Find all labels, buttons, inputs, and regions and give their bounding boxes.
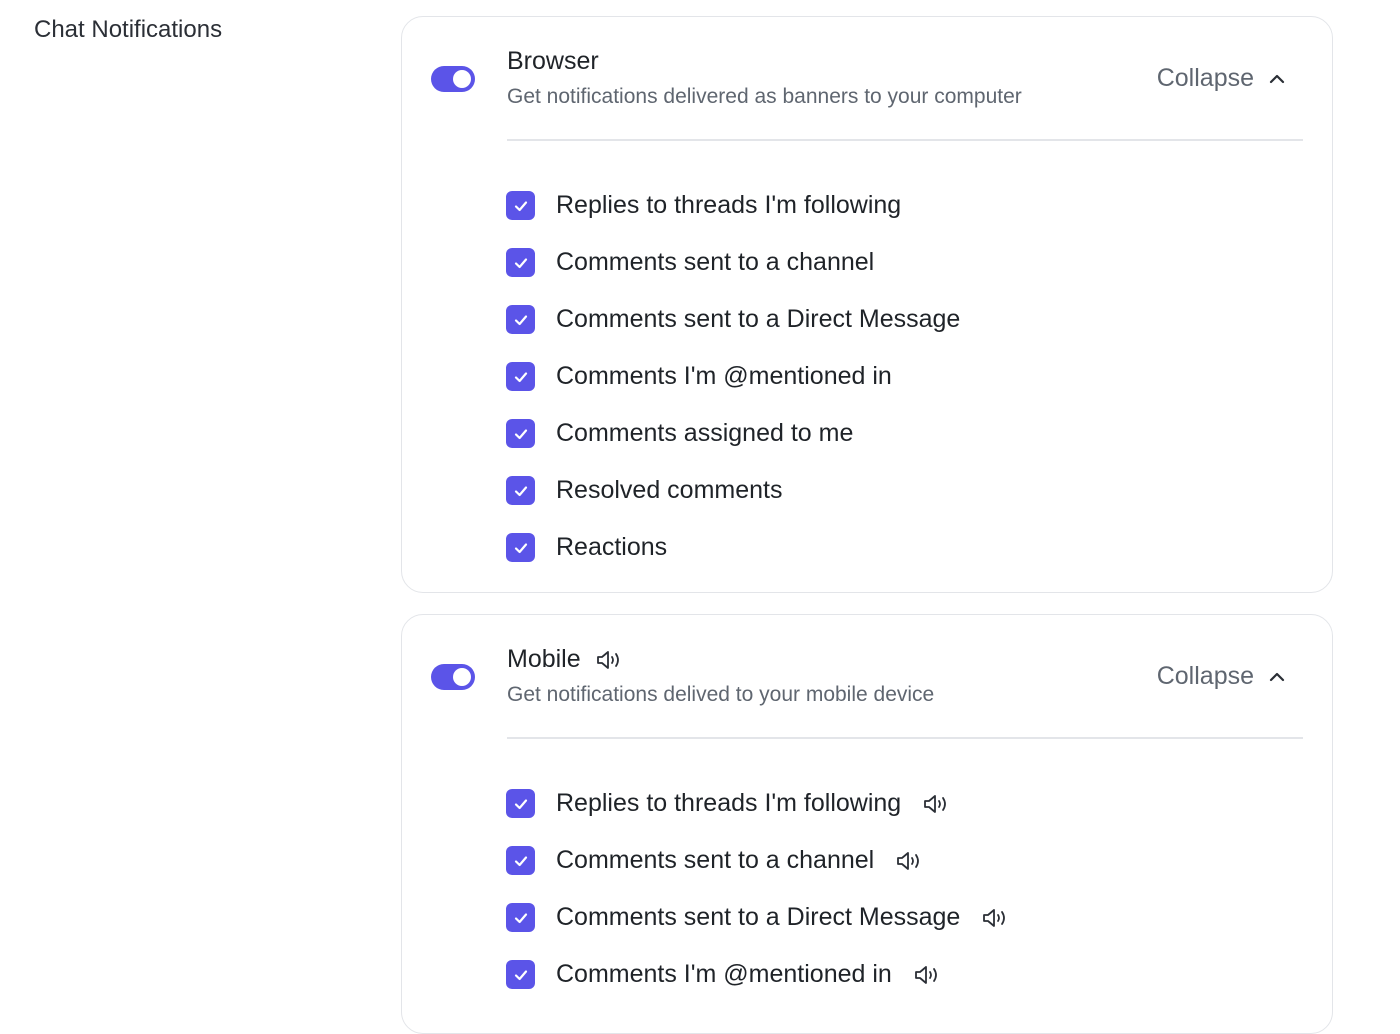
browser-description: Get notifications delivered as banners t… bbox=[507, 85, 1022, 109]
check-icon bbox=[512, 966, 530, 984]
collapse-label: Collapse bbox=[1157, 662, 1254, 691]
chevron-up-icon bbox=[1268, 70, 1286, 88]
section-title: Chat Notifications bbox=[34, 16, 222, 44]
toggle-knob bbox=[453, 70, 471, 88]
list-item[interactable]: Comments assigned to me bbox=[506, 405, 960, 462]
mobile-title: Mobile bbox=[507, 645, 623, 674]
checkbox[interactable] bbox=[506, 191, 535, 220]
browser-card-header: Browser Get notifications delivered as b… bbox=[402, 17, 1332, 139]
browser-item-list: Replies to threads I'm following Comment… bbox=[506, 177, 960, 576]
checkbox[interactable] bbox=[506, 476, 535, 505]
checkbox[interactable] bbox=[506, 305, 535, 334]
sound-icon[interactable] bbox=[895, 849, 923, 873]
item-label: Reactions bbox=[556, 533, 667, 562]
list-item[interactable]: Comments I'm @mentioned in bbox=[506, 348, 960, 405]
mobile-notifications-card: Mobile Get notifications delived to your… bbox=[401, 614, 1333, 1034]
sound-icon[interactable] bbox=[981, 906, 1009, 930]
toggle-knob bbox=[453, 668, 471, 686]
item-label: Replies to threads I'm following bbox=[556, 789, 901, 818]
item-label: Comments sent to a Direct Message bbox=[556, 305, 960, 334]
item-label: Comments sent to a channel bbox=[556, 248, 874, 277]
check-icon bbox=[512, 368, 530, 386]
mobile-toggle[interactable] bbox=[431, 664, 475, 690]
sound-icon[interactable] bbox=[595, 648, 623, 672]
check-icon bbox=[512, 482, 530, 500]
list-item[interactable]: Replies to threads I'm following bbox=[506, 775, 1009, 832]
mobile-card-header: Mobile Get notifications delived to your… bbox=[402, 615, 1332, 737]
check-icon bbox=[512, 795, 530, 813]
sound-icon[interactable] bbox=[922, 792, 950, 816]
check-icon bbox=[512, 311, 530, 329]
checkbox[interactable] bbox=[506, 789, 535, 818]
divider bbox=[507, 139, 1303, 141]
browser-title: Browser bbox=[507, 47, 599, 76]
chevron-up-icon bbox=[1268, 668, 1286, 686]
checkbox[interactable] bbox=[506, 903, 535, 932]
checkbox[interactable] bbox=[506, 533, 535, 562]
checkbox[interactable] bbox=[506, 419, 535, 448]
item-label: Comments sent to a Direct Message bbox=[556, 903, 960, 932]
item-label: Comments I'm @mentioned in bbox=[556, 960, 892, 989]
mobile-item-list: Replies to threads I'm following Comment… bbox=[506, 775, 1009, 1003]
item-label: Comments assigned to me bbox=[556, 419, 853, 448]
list-item[interactable]: Comments I'm @mentioned in bbox=[506, 946, 1009, 1003]
list-item[interactable]: Comments sent to a channel bbox=[506, 234, 960, 291]
checkbox[interactable] bbox=[506, 960, 535, 989]
sound-icon[interactable] bbox=[913, 963, 941, 987]
mobile-collapse-button[interactable]: Collapse bbox=[1157, 662, 1286, 691]
mobile-description: Get notifications delived to your mobile… bbox=[507, 683, 934, 707]
check-icon bbox=[512, 909, 530, 927]
item-label: Comments sent to a channel bbox=[556, 846, 874, 875]
item-label: Resolved comments bbox=[556, 476, 782, 505]
check-icon bbox=[512, 852, 530, 870]
list-item[interactable]: Reactions bbox=[506, 519, 960, 576]
collapse-label: Collapse bbox=[1157, 64, 1254, 93]
check-icon bbox=[512, 539, 530, 557]
checkbox[interactable] bbox=[506, 846, 535, 875]
item-label: Comments I'm @mentioned in bbox=[556, 362, 892, 391]
list-item[interactable]: Replies to threads I'm following bbox=[506, 177, 960, 234]
browser-toggle[interactable] bbox=[431, 66, 475, 92]
check-icon bbox=[512, 425, 530, 443]
checkbox[interactable] bbox=[506, 362, 535, 391]
list-item[interactable]: Comments sent to a Direct Message bbox=[506, 889, 1009, 946]
browser-title-text: Browser bbox=[507, 47, 599, 76]
item-label: Replies to threads I'm following bbox=[556, 191, 901, 220]
list-item[interactable]: Comments sent to a Direct Message bbox=[506, 291, 960, 348]
list-item[interactable]: Resolved comments bbox=[506, 462, 960, 519]
browser-collapse-button[interactable]: Collapse bbox=[1157, 64, 1286, 93]
check-icon bbox=[512, 197, 530, 215]
checkbox[interactable] bbox=[506, 248, 535, 277]
divider bbox=[507, 737, 1303, 739]
browser-notifications-card: Browser Get notifications delivered as b… bbox=[401, 16, 1333, 593]
mobile-title-text: Mobile bbox=[507, 645, 581, 674]
list-item[interactable]: Comments sent to a channel bbox=[506, 832, 1009, 889]
check-icon bbox=[512, 254, 530, 272]
